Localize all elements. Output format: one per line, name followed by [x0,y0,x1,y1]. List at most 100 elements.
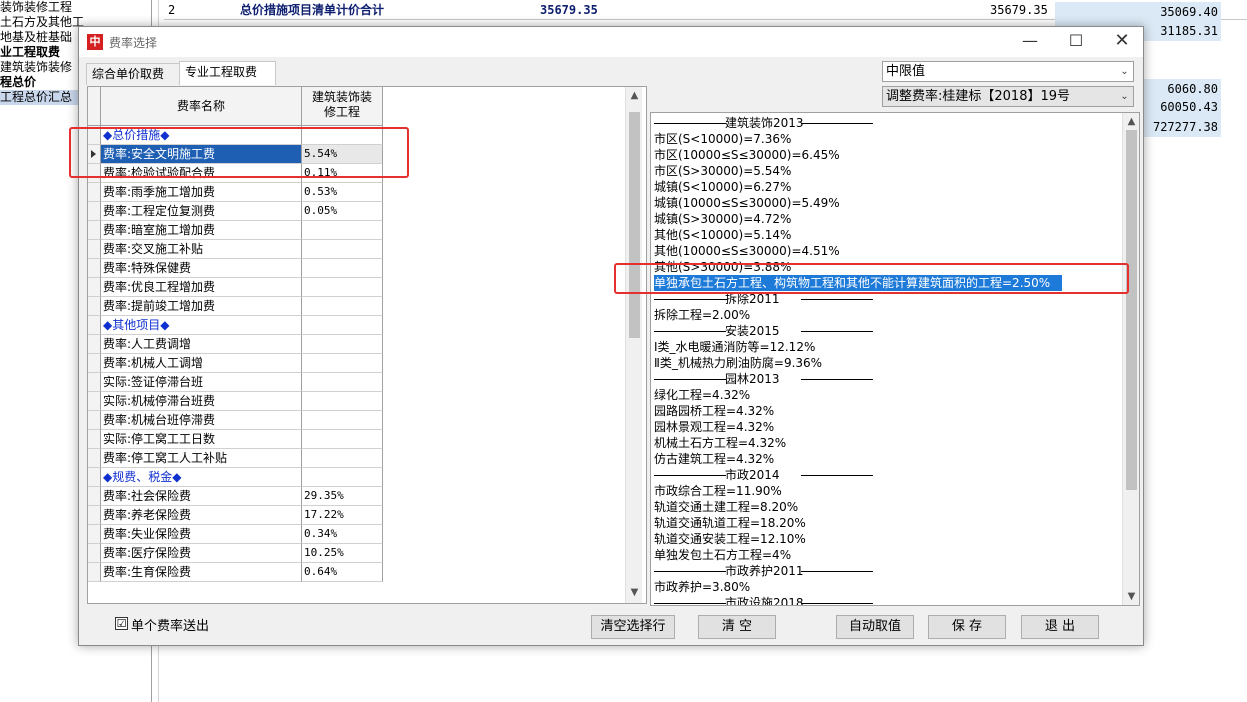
rate-list-item[interactable]: Ⅰ类_水电暖通消防等=12.12% [654,339,815,355]
table-row[interactable]: 费率:交叉施工补贴 [88,240,388,259]
fee-name-cell[interactable]: 费率:提前竣工增加费 [101,297,302,316]
scroll-down-icon[interactable]: ▼ [626,584,643,601]
row-selector[interactable] [88,297,101,316]
header-fee-name[interactable]: 费率名称 [101,87,302,126]
row-selector[interactable] [88,259,101,278]
list-scrollbar[interactable]: ▲ ▼ [1122,113,1139,605]
tab-professional-fee[interactable]: 专业工程取费 [179,61,276,85]
fee-value-cell[interactable] [302,221,383,240]
fee-name-cell[interactable]: ◆规费、税金◆ [101,468,302,487]
scroll-thumb[interactable] [629,112,640,338]
fee-name-cell[interactable]: 费率:医疗保险费 [101,544,302,563]
tree-item[interactable]: 土石方及其他工程 [0,15,84,30]
row-selector[interactable] [88,183,101,202]
table-row[interactable]: ◆规费、税金◆ [88,468,388,487]
fee-value-cell[interactable] [302,430,383,449]
clear-button[interactable]: 清 空 [698,615,776,639]
fee-name-cell[interactable]: 费率:停工窝工人工补贴 [101,449,302,468]
fee-name-cell[interactable]: 实际:停工窝工工日数 [101,430,302,449]
fee-value-cell[interactable]: 29.35% [302,487,383,506]
row-selector[interactable] [88,392,101,411]
scroll-thumb[interactable] [1126,130,1137,490]
fee-name-cell[interactable]: 实际:签证停滞台班 [101,373,302,392]
rate-list-item[interactable]: 市区(S>30000)=5.54% [654,163,791,179]
scroll-down-icon[interactable]: ▼ [1123,588,1139,605]
fee-value-cell[interactable] [302,297,383,316]
maximize-button[interactable]: ☐ [1053,27,1099,57]
table-scrollbar[interactable]: ▲ ▼ [625,87,642,603]
row-selector[interactable] [88,430,101,449]
fee-value-cell[interactable] [302,373,383,392]
row-selector[interactable] [88,506,101,525]
fee-name-cell[interactable]: 实际:机械停滞台班费 [101,392,302,411]
tree-item[interactable]: 建筑装饰装修 [0,60,84,75]
fee-name-cell[interactable]: 费率:工程定位复测费 [101,202,302,221]
rate-list-item[interactable]: 园路园桥工程=4.32% [654,403,774,419]
table-row[interactable]: 实际:停工窝工工日数 [88,430,388,449]
fee-value-cell[interactable]: 0.64% [302,563,383,582]
fee-name-cell[interactable]: 费率:暗室施工增加费 [101,221,302,240]
rate-list-item[interactable]: 园林景观工程=4.32% [654,419,774,435]
fee-name-cell[interactable]: 费率:雨季施工增加费 [101,183,302,202]
minimize-button[interactable]: — [1007,27,1053,57]
fee-value-cell[interactable] [302,354,383,373]
row-selector[interactable] [88,278,101,297]
rate-list-item[interactable]: 市区(10000≤S≤30000)=6.45% [654,147,840,163]
row-selector[interactable] [88,544,101,563]
row-selector[interactable] [88,468,101,487]
table-row[interactable]: 费率:特殊保健费 [88,259,388,278]
fee-name-cell[interactable]: ◆其他项目◆ [101,316,302,335]
auto-value-button[interactable]: 自动取值 [836,615,914,639]
rate-list-item[interactable]: 市区(S<10000)=7.36% [654,131,791,147]
rate-list-item[interactable]: 仿古建筑工程=4.32% [654,451,774,467]
table-row[interactable]: 费率:人工费调增 [88,335,388,354]
fee-value-cell[interactable] [302,316,383,335]
row-selector[interactable] [88,525,101,544]
rate-list-item[interactable]: 市政综合工程=11.90% [654,483,782,499]
row-selector[interactable] [88,335,101,354]
fee-name-cell[interactable]: 费率:优良工程增加费 [101,278,302,297]
table-row[interactable]: 实际:签证停滞台班 [88,373,388,392]
table-row[interactable]: 费率:生育保险费 0.64% [88,563,388,582]
fee-value-cell[interactable]: 0.53% [302,183,383,202]
fee-value-cell[interactable] [302,392,383,411]
rate-list-item[interactable]: Ⅱ类_机械热力刷油防腐=9.36% [654,355,822,371]
tree-item[interactable]: 地基及桩基础 [0,30,84,45]
fee-value-cell[interactable]: 0.34% [302,525,383,544]
tab-unit-price-fee[interactable]: 综合单价取费 [86,63,180,85]
table-row[interactable]: 费率:停工窝工人工补贴 [88,449,388,468]
rate-list-item[interactable]: 其他(10000≤S≤30000)=4.51% [654,243,840,259]
scroll-up-icon[interactable]: ▲ [1123,113,1139,130]
fee-value-cell[interactable]: 10.25% [302,544,383,563]
fee-value-cell[interactable] [302,240,383,259]
row-selector[interactable] [88,487,101,506]
table-row[interactable]: 费率:养老保险费 17.22% [88,506,388,525]
fee-name-cell[interactable]: 费率:特殊保健费 [101,259,302,278]
save-button[interactable]: 保 存 [928,615,1006,639]
table-row[interactable]: 费率:工程定位复测费 0.05% [88,202,388,221]
fee-value-cell[interactable]: 17.22% [302,506,383,525]
rate-list-item[interactable]: 其他(S<10000)=5.14% [654,227,791,243]
table-row[interactable]: 费率:雨季施工增加费 0.53% [88,183,388,202]
rate-list-item[interactable]: 市政养护=3.80% [654,579,750,595]
fee-value-cell[interactable] [302,449,383,468]
fee-name-cell[interactable]: 费率:生育保险费 [101,563,302,582]
rate-list-item[interactable]: 城镇(S<10000)=6.27% [654,179,791,195]
row-selector[interactable] [88,202,101,221]
table-row[interactable]: 费率:失业保险费 0.34% [88,525,388,544]
fee-value-cell[interactable] [302,335,383,354]
table-row[interactable]: 费率:机械台班停滞费 [88,411,388,430]
tree-item[interactable]: 业工程取费 [0,45,84,60]
row-selector[interactable] [88,354,101,373]
tree-item[interactable]: 装饰装修工程 [0,0,84,15]
limit-value-select[interactable]: 中限值 ⌄ [882,61,1134,82]
tree-item[interactable]: 工程总价汇总 [0,90,84,105]
fee-name-cell[interactable]: 费率:社会保险费 [101,487,302,506]
rate-list-item[interactable]: 城镇(10000≤S≤30000)=5.49% [654,195,840,211]
table-row[interactable]: 实际:机械停滞台班费 [88,392,388,411]
title-bar[interactable]: 中 费率选择 — ☐ ✕ [79,27,1143,57]
fee-name-cell[interactable]: 费率:机械台班停滞费 [101,411,302,430]
table-row[interactable]: 费率:暗室施工增加费 [88,221,388,240]
rate-list-item[interactable]: 机械土石方工程=4.32% [654,435,786,451]
rate-list-item[interactable]: 轨道交通安装工程=12.10% [654,531,806,547]
